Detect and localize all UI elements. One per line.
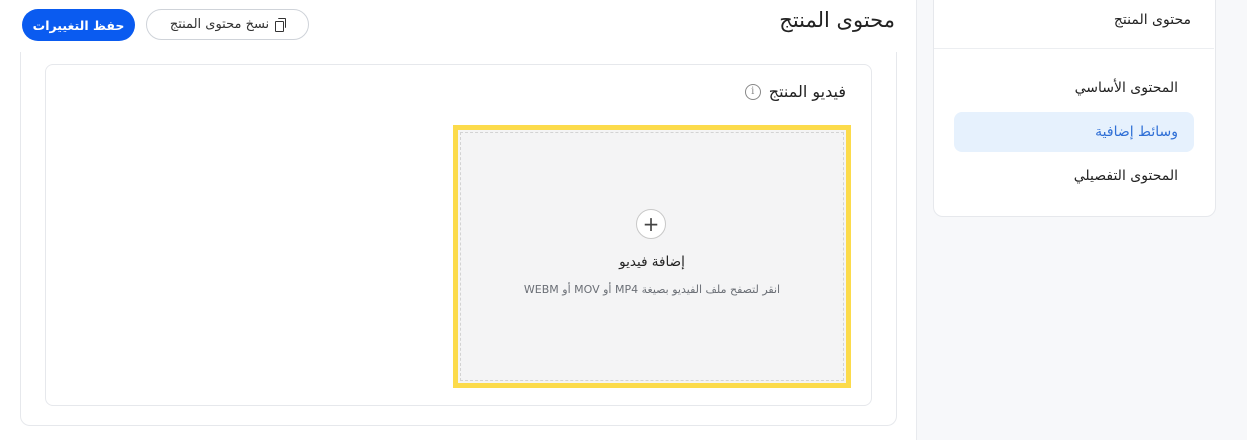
- sidebar-title: محتوى المنتج: [1113, 12, 1191, 28]
- sidebar-item-label: المحتوى الأساسي: [1074, 80, 1178, 96]
- save-changes-button[interactable]: حفظ التغييرات: [22, 9, 135, 41]
- video-section-header: فيديو المنتج i: [744, 82, 846, 101]
- sidebar-item-detailed-content[interactable]: المحتوى التفصيلي: [954, 156, 1194, 196]
- copy-product-content-button[interactable]: نسخ محتوى المنتج: [146, 9, 309, 40]
- copy-button-label: نسخ محتوى المنتج: [169, 17, 270, 32]
- sidebar-item-additional-media[interactable]: وسائط إضافية: [954, 112, 1194, 152]
- sidebar-item-label: المحتوى التفصيلي: [1073, 168, 1178, 184]
- copy-icon: [275, 17, 287, 32]
- info-icon[interactable]: i: [744, 83, 761, 100]
- save-button-label: حفظ التغييرات: [32, 17, 125, 33]
- sidebar-divider: [934, 48, 1214, 49]
- sidebar-item-basic-content[interactable]: المحتوى الأساسي: [954, 68, 1194, 108]
- add-video-plus-icon[interactable]: +: [636, 209, 666, 239]
- sidebar-item-label: وسائط إضافية: [1095, 124, 1178, 140]
- video-section-title: فيديو المنتج: [768, 82, 846, 101]
- page-title: محتوى المنتج: [779, 8, 895, 32]
- add-video-label: إضافة فيديو: [619, 254, 685, 270]
- add-video-hint: انقر لتصفح ملف الفيديو بصيغة MP4 أو MOV …: [523, 283, 781, 296]
